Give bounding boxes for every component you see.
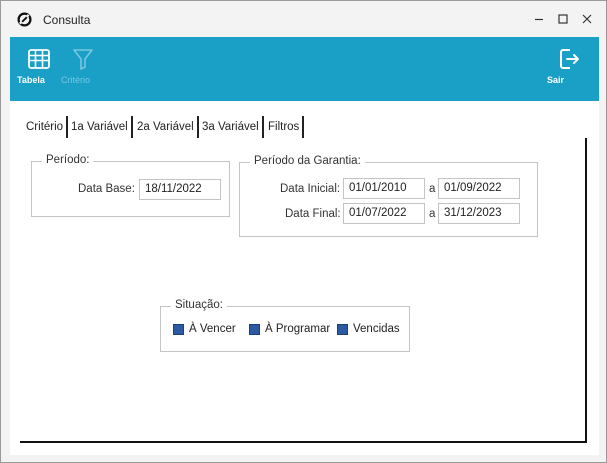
tab-1a-variavel[interactable]: 1a Variável — [68, 116, 133, 138]
situacao-group: Situação: À Vencer À Programar Vencidas — [160, 299, 410, 352]
minimize-icon — [535, 18, 543, 21]
data-final-label: Data Final: — [285, 208, 341, 220]
table-grid-icon — [28, 49, 50, 69]
maximize-icon — [558, 14, 568, 24]
sair-label: Sair — [547, 75, 565, 85]
checkbox-checked-icon — [173, 323, 184, 335]
tab-panel-border — [585, 138, 587, 443]
data-base-label: Data Base: — [78, 183, 135, 195]
sair-button[interactable]: Sair — [547, 47, 591, 85]
tab-panel-border-bottom — [20, 441, 587, 443]
circular-arrows-icon — [17, 12, 32, 27]
checkbox-checked-icon — [337, 323, 348, 335]
periodo-legend: Período: — [42, 154, 94, 166]
a-vencer-checkbox[interactable]: À Vencer — [173, 323, 236, 335]
tab-3a-variavel[interactable]: 3a Variável — [199, 116, 264, 138]
tabela-label: Tabela — [17, 75, 45, 85]
data-final-from-field[interactable]: 01/07/2022 — [343, 203, 425, 224]
minimize-button[interactable] — [529, 9, 549, 29]
data-inicial-range-sep: a — [429, 183, 436, 195]
data-final-range-sep: a — [429, 208, 436, 220]
data-final-to-field[interactable]: 31/12/2023 — [438, 203, 520, 224]
criterio-button[interactable]: Critério — [61, 47, 105, 85]
tab-2a-variavel[interactable]: 2a Variável — [134, 116, 199, 138]
periodo-garantia-group: Período da Garantia: Data Inicial: 01/01… — [239, 155, 538, 237]
periodo-garantia-legend: Período da Garantia: — [250, 155, 365, 167]
checkbox-checked-icon — [249, 323, 260, 335]
tab-criterio[interactable]: Critério — [23, 116, 69, 138]
data-inicial-to-field[interactable]: 01/09/2022 — [438, 178, 520, 199]
maximize-button[interactable] — [553, 9, 573, 29]
tab-filtros[interactable]: Filtros — [265, 116, 305, 138]
filter-funnel-icon — [73, 49, 93, 70]
a-programar-checkbox[interactable]: À Programar — [249, 323, 330, 335]
a-vencer-label: À Vencer — [189, 323, 236, 335]
close-icon — [582, 14, 592, 24]
title-bar: Consulta — [1, 1, 606, 37]
data-inicial-label: Data Inicial: — [280, 183, 341, 195]
criterio-label: Critério — [61, 75, 91, 85]
data-inicial-from-field[interactable]: 01/01/2010 — [343, 178, 425, 199]
tabela-button[interactable]: Tabela — [17, 47, 61, 85]
vencidas-checkbox[interactable]: Vencidas — [337, 323, 400, 335]
consulta-window: Consulta Tabela Critério Sair Critério 1… — [0, 0, 607, 463]
a-programar-label: À Programar — [265, 323, 331, 335]
exit-icon — [560, 49, 579, 69]
close-button[interactable] — [577, 9, 597, 29]
vencidas-label: Vencidas — [353, 323, 400, 335]
toolbar: Tabela Critério Sair — [10, 37, 599, 101]
periodo-group: Período: Data Base: 18/11/2022 — [31, 154, 230, 217]
window-title: Consulta — [43, 13, 91, 27]
situacao-legend: Situação: — [171, 299, 227, 311]
data-base-field[interactable]: 18/11/2022 — [139, 179, 221, 200]
